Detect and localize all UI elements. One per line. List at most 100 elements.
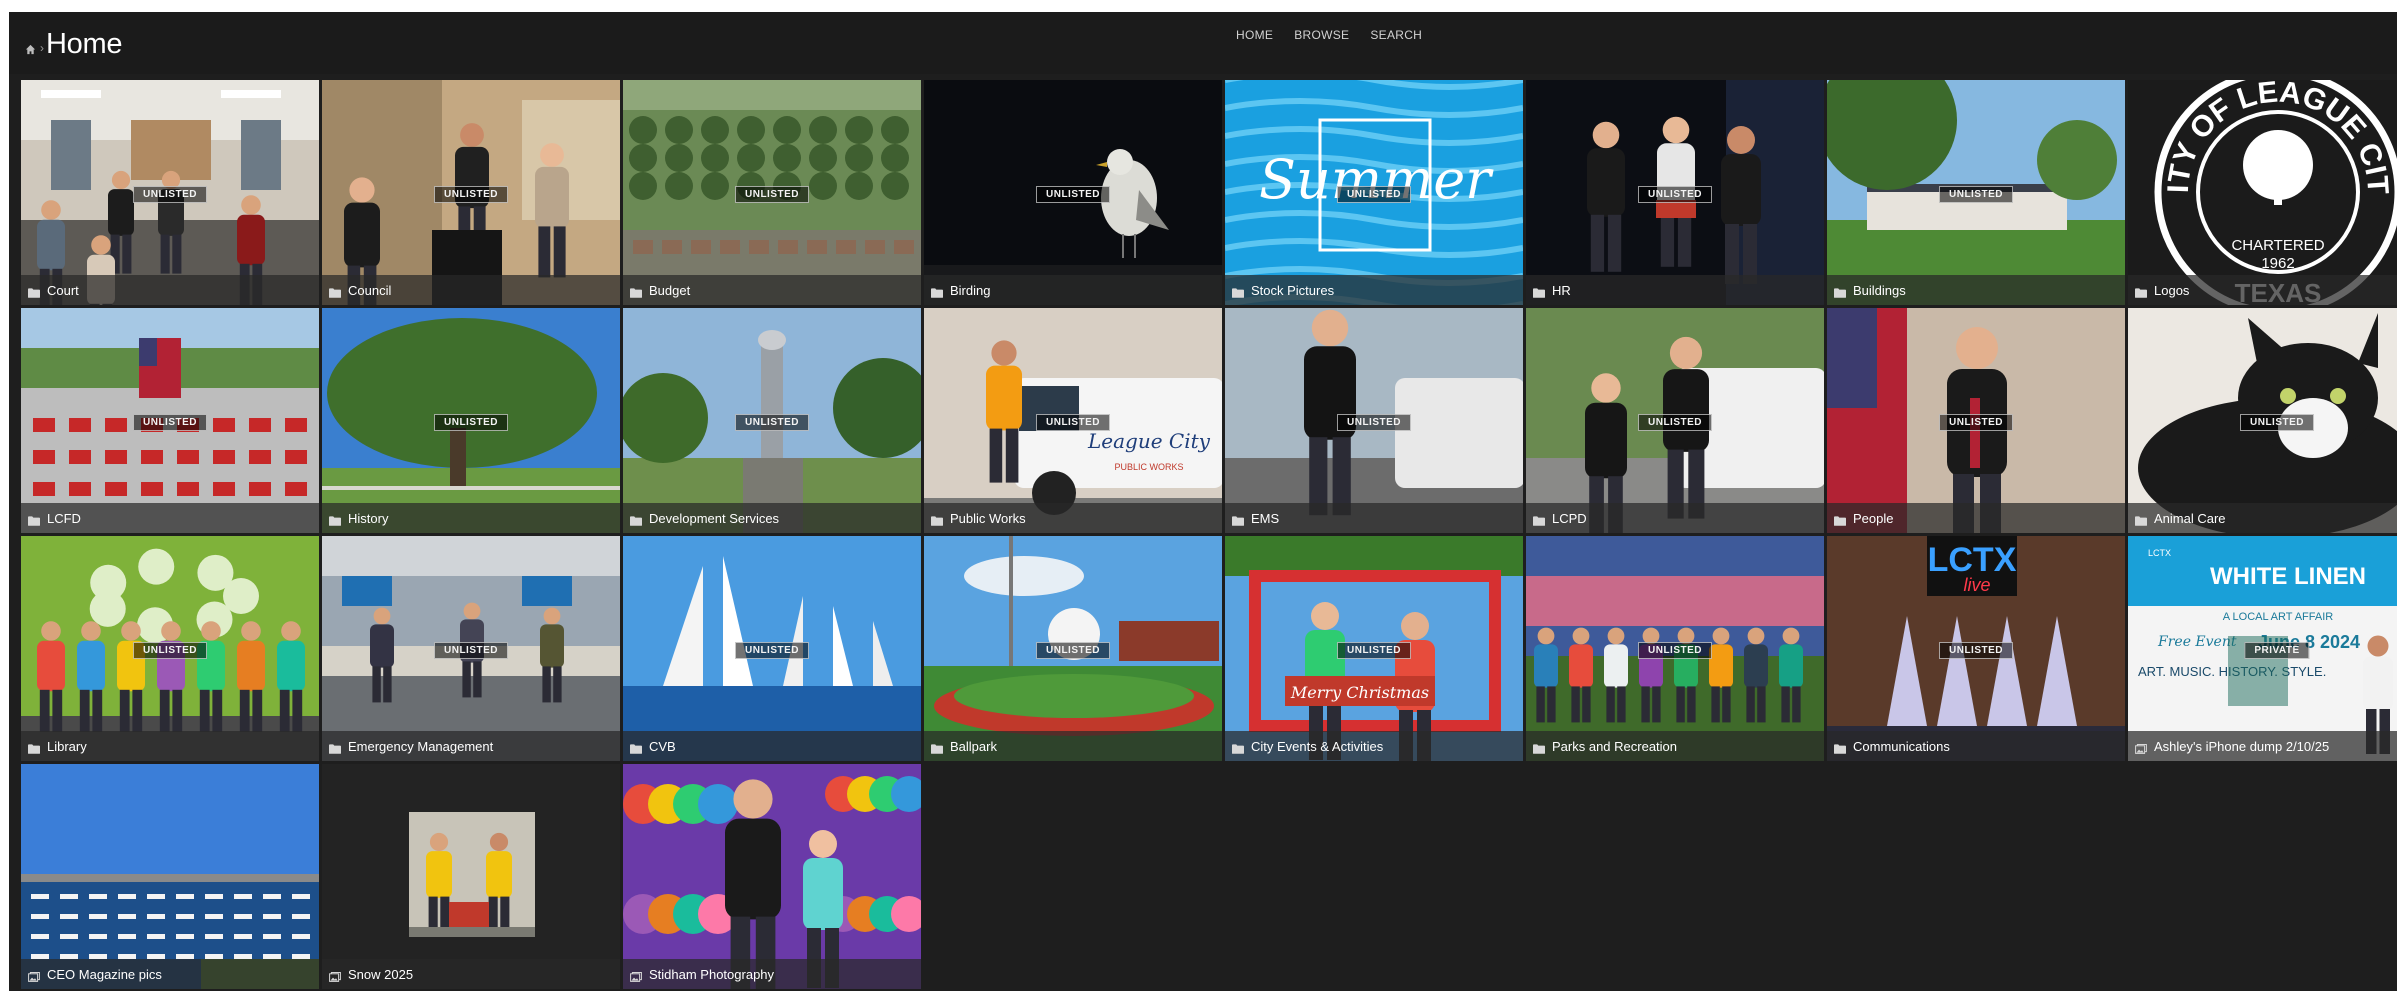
album-tile[interactable]: UNLISTED EMS (1225, 308, 1523, 533)
folder-icon (2135, 285, 2147, 298)
album-tile[interactable]: UNLISTED People (1827, 308, 2125, 533)
folder-icon (1232, 513, 1244, 526)
folder-icon (329, 513, 341, 526)
album-title: Ballpark (950, 738, 997, 754)
svg-text:League City: League City (1087, 429, 1211, 453)
album-tile[interactable]: UNLISTED History (322, 308, 620, 533)
album-tile[interactable]: Stidham Photography (623, 764, 921, 989)
visibility-badge: UNLISTED (133, 414, 207, 431)
album-tile[interactable]: League City PUBLIC WORKS UNLISTED Public Wo… (924, 308, 1222, 533)
album-caption-bar: Library (21, 731, 319, 761)
visibility-badge: UNLISTED (1638, 642, 1712, 659)
visibility-badge: UNLISTED (1939, 414, 2013, 431)
album-tile[interactable]: UNLISTED Animal Care (2128, 308, 2397, 533)
visibility-badge: UNLISTED (735, 414, 809, 431)
gallery-icon (329, 969, 341, 982)
visibility-badge: UNLISTED (1638, 186, 1712, 203)
svg-text:Merry Christmas: Merry Christmas (1290, 683, 1429, 702)
album-title: Library (47, 738, 87, 754)
svg-text:WHITE LINEN: WHITE LINEN (2210, 563, 2366, 590)
visibility-badge: UNLISTED (735, 186, 809, 203)
svg-text:CHARTERED: CHARTERED (2231, 237, 2324, 254)
album-title: Stock Pictures (1251, 282, 1335, 298)
visibility-badge: PRIVATE (2244, 642, 2310, 659)
album-title: Development Services (649, 510, 780, 526)
album-title: EMS (1251, 510, 1280, 526)
nav-browse[interactable]: BROWSE (1294, 28, 1349, 42)
album-caption-bar: LCPD (1526, 503, 1824, 533)
album-tile[interactable]: WHITE LINENNightLCTXA LOCAL ART AFFAIRFr… (2128, 536, 2397, 761)
album-tile[interactable]: CEO Magazine pics (21, 764, 319, 989)
album-title: Stidham Photography (649, 966, 775, 982)
album-caption-bar: Logos (2128, 275, 2397, 305)
album-tile[interactable]: Snow 2025 (322, 764, 620, 989)
album-tile[interactable]: Merry Christmas UNLISTED City Events & Act… (1225, 536, 1523, 761)
main-nav: HOME BROWSE SEARCH (1236, 28, 1422, 42)
album-title: LCPD (1552, 510, 1587, 526)
album-title: History (348, 510, 389, 526)
album-cover-image: CITY OF LEAGUE CITYCHARTERED1962TEXAS (2128, 80, 2397, 305)
album-tile[interactable]: UNLISTED CVB (623, 536, 921, 761)
visibility-badge: UNLISTED (1036, 186, 1110, 203)
album-tile[interactable]: LCTX live UNLISTED Communications (1827, 536, 2125, 761)
album-cover-image (21, 764, 319, 989)
nav-home[interactable]: HOME (1236, 28, 1273, 42)
folder-icon (1533, 513, 1545, 526)
album-tile[interactable]: UNLISTED Ballpark (924, 536, 1222, 761)
svg-text:Free Event: Free Event (2157, 634, 2237, 650)
nav-search[interactable]: SEARCH (1370, 28, 1422, 42)
album-caption-bar: HR (1526, 275, 1824, 305)
album-tile[interactable]: UNLISTED Buildings (1827, 80, 2125, 305)
visibility-badge: UNLISTED (1036, 642, 1110, 659)
album-title: Logos (2154, 282, 2190, 298)
folder-icon (1834, 513, 1846, 526)
album-tile[interactable]: UNLISTED LCPD (1526, 308, 1824, 533)
album-tile[interactable]: UNLISTED LCFD (21, 308, 319, 533)
album-tile[interactable]: UNLISTED Library (21, 536, 319, 761)
album-title: Ashley's iPhone dump 2/10/25 (2154, 738, 2330, 754)
album-tile[interactable]: UNLISTED Birding (924, 80, 1222, 305)
gallery-icon (630, 969, 642, 982)
visibility-badge: UNLISTED (434, 642, 508, 659)
gallery-icon (2135, 741, 2147, 754)
album-tile[interactable]: Summer UNLISTED Stock Pictures (1225, 80, 1523, 305)
visibility-badge: UNLISTED (1939, 186, 2013, 203)
album-caption-bar: Stidham Photography (623, 959, 921, 989)
album-tile[interactable]: UNLISTED Development Services (623, 308, 921, 533)
folder-icon (1232, 285, 1244, 298)
album-cover-image (322, 764, 620, 989)
album-tile[interactable]: CITY OF LEAGUE CITYCHARTERED1962TEXASLog… (2128, 80, 2397, 305)
folder-icon (28, 285, 40, 298)
album-tile[interactable]: UNLISTED Parks and Recreation (1526, 536, 1824, 761)
folder-icon (329, 741, 341, 754)
album-tile[interactable]: UNLISTED Emergency Management (322, 536, 620, 761)
album-caption-bar: EMS (1225, 503, 1523, 533)
album-tile[interactable]: UNLISTED Court (21, 80, 319, 305)
visibility-badge: UNLISTED (2240, 414, 2314, 431)
svg-text:live: live (1963, 575, 1990, 595)
album-tile[interactable]: UNLISTED Council (322, 80, 620, 305)
album-caption-bar: City Events & Activities (1225, 731, 1523, 761)
album-tile[interactable]: UNLISTED HR (1526, 80, 1824, 305)
album-caption-bar: Parks and Recreation (1526, 731, 1824, 761)
home-icon[interactable] (25, 44, 36, 55)
visibility-badge: UNLISTED (1337, 642, 1411, 659)
album-title: Communications (1853, 738, 1950, 754)
folder-icon (630, 513, 642, 526)
album-caption-bar: People (1827, 503, 2125, 533)
album-caption-bar: Court (21, 275, 319, 305)
album-caption-bar: Birding (924, 275, 1222, 305)
svg-text:LCTX: LCTX (2148, 548, 2171, 558)
visibility-badge: UNLISTED (1638, 414, 1712, 431)
album-caption-bar: Council (322, 275, 620, 305)
album-caption-bar: Animal Care (2128, 503, 2397, 533)
visibility-badge: UNLISTED (434, 186, 508, 203)
album-title: People (1853, 510, 1894, 526)
album-caption-bar: Ballpark (924, 731, 1222, 761)
folder-icon (931, 285, 943, 298)
svg-text:LCTX: LCTX (1928, 541, 2017, 579)
album-caption-bar: Development Services (623, 503, 921, 533)
visibility-badge: UNLISTED (1939, 642, 2013, 659)
album-tile[interactable]: UNLISTED Budget (623, 80, 921, 305)
folder-icon (1232, 741, 1244, 754)
